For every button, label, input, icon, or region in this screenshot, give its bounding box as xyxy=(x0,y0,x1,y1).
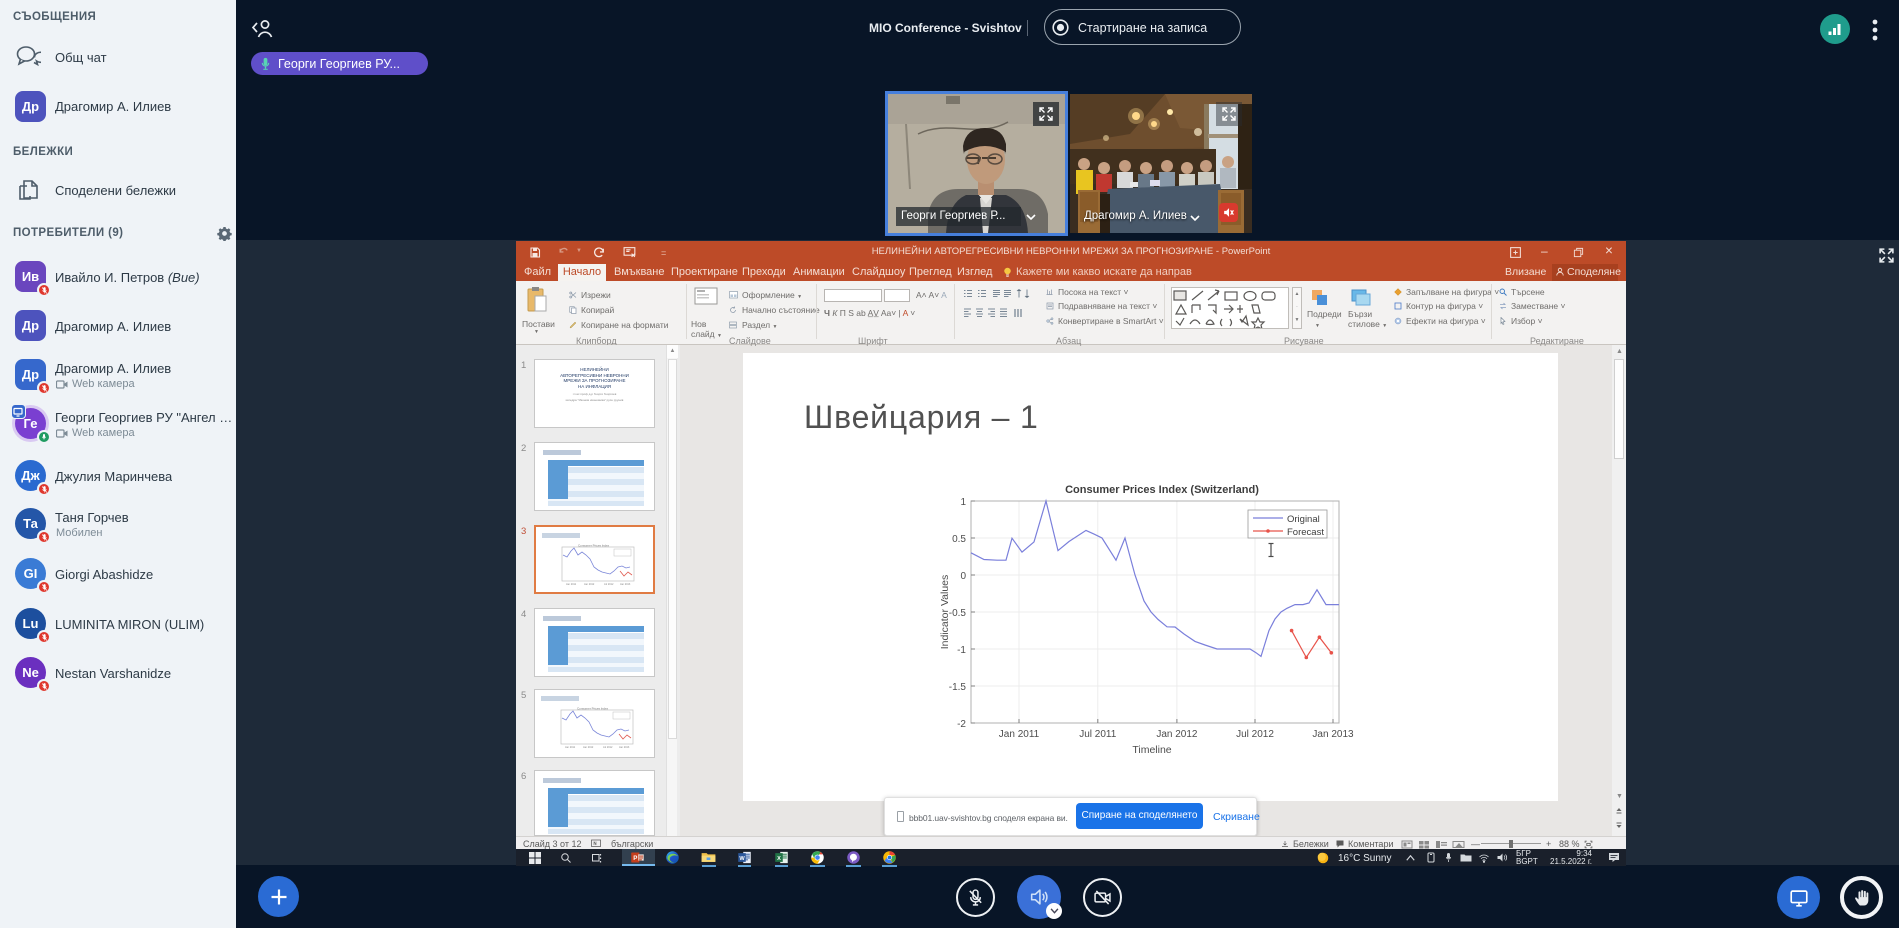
svg-text:Jul 2012: Jul 2012 xyxy=(604,583,614,586)
svg-text:Jan 2011: Jan 2011 xyxy=(566,583,577,586)
svg-text:-2: -2 xyxy=(957,719,966,730)
svg-text:-0.5: -0.5 xyxy=(949,608,967,619)
svg-text:Forecast: Forecast xyxy=(1287,527,1324,538)
svg-text:Jan 2011: Jan 2011 xyxy=(999,729,1040,740)
svg-text:X: X xyxy=(777,856,781,862)
svg-text:Jan 2012: Jan 2012 xyxy=(584,583,595,586)
svg-text:Jul 2011: Jul 2011 xyxy=(1079,729,1117,740)
svg-text:Timeline: Timeline xyxy=(1132,744,1171,756)
svg-text:Consumer Prices Index (Switzer: Consumer Prices Index (Switzerland) xyxy=(1065,484,1259,496)
svg-text:Jan 2013: Jan 2013 xyxy=(620,583,631,586)
svg-text:Jan 2013: Jan 2013 xyxy=(1312,729,1354,740)
svg-text:Consumer Prices Index: Consumer Prices Index xyxy=(577,707,609,711)
svg-text:1: 1 xyxy=(960,497,966,508)
svg-text:Jan 2012: Jan 2012 xyxy=(583,746,594,749)
svg-text:Original: Original xyxy=(1287,514,1320,525)
svg-text:Indicator Values: Indicator Values xyxy=(939,575,951,650)
svg-text:Jul 2012: Jul 2012 xyxy=(1236,729,1274,740)
svg-text:-1: -1 xyxy=(957,645,966,656)
svg-text:0: 0 xyxy=(960,571,966,582)
svg-text:Jan 2011: Jan 2011 xyxy=(565,746,576,749)
svg-text:Jan 2012: Jan 2012 xyxy=(1156,729,1198,740)
svg-text:0.5: 0.5 xyxy=(952,534,966,545)
svg-text:W: W xyxy=(739,856,745,862)
svg-text:Jan 2013: Jan 2013 xyxy=(619,746,630,749)
svg-text:Jul 2012: Jul 2012 xyxy=(603,746,613,749)
svg-text:-1.5: -1.5 xyxy=(949,682,967,693)
svg-text:Consumer Prices Index: Consumer Prices Index xyxy=(578,544,610,548)
svg-text:P: P xyxy=(633,855,637,862)
